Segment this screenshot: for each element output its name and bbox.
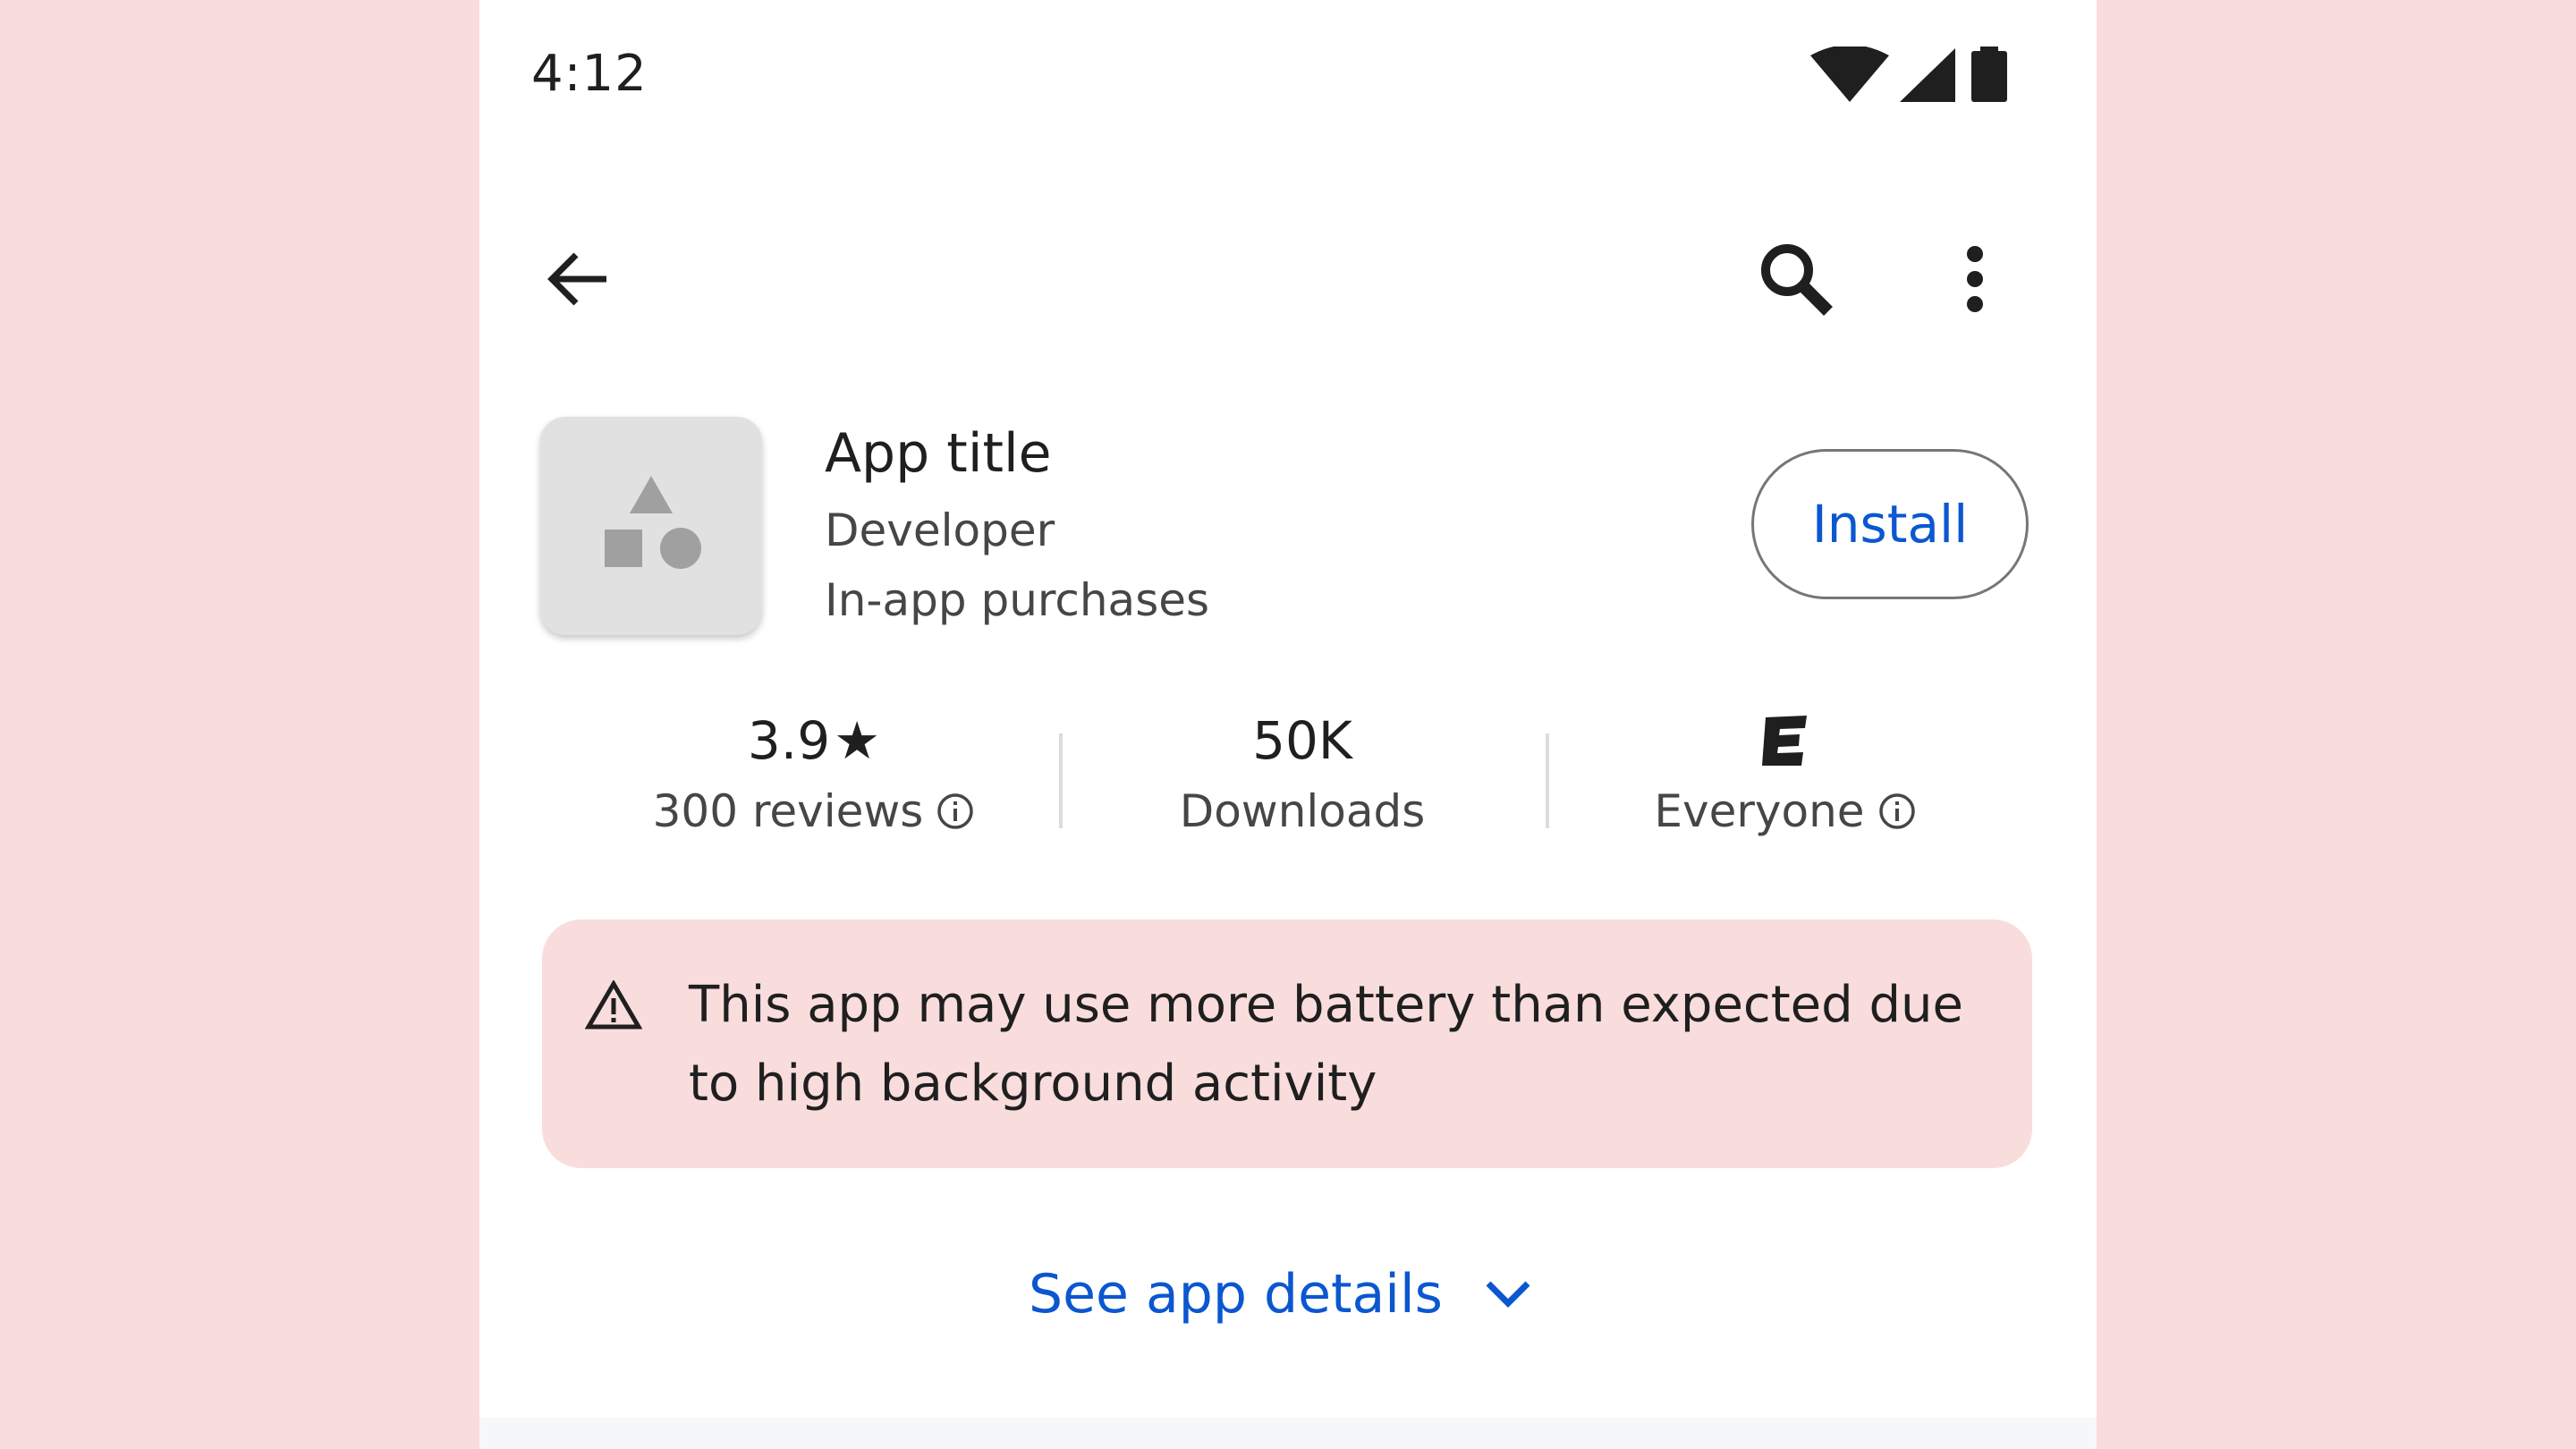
downloads-value: 50K — [1252, 710, 1352, 771]
warning-icon — [585, 980, 642, 1030]
star-icon: ★ — [834, 710, 881, 771]
rating-stat[interactable]: 3.9 ★ 300 reviews — [608, 707, 1020, 837]
search-button[interactable] — [1750, 233, 1843, 326]
esrb-everyone-icon — [1762, 716, 1807, 766]
rating-value: 3.9 — [747, 710, 831, 771]
in-app-purchases-label: In-app purchases — [825, 574, 1210, 626]
warning-text: This app may use more battery than expec… — [689, 976, 1963, 1113]
downloads-label: Downloads — [1179, 785, 1426, 837]
battery-warning-banner: This app may use more battery than expec… — [542, 919, 2032, 1168]
downloads-stat: 50K Downloads — [1097, 707, 1508, 837]
back-button[interactable] — [531, 233, 624, 326]
stat-divider — [1059, 733, 1063, 828]
chevron-down-icon — [1486, 1281, 1530, 1308]
wifi-icon — [1810, 47, 1889, 102]
more-vert-icon — [1967, 246, 1983, 312]
battery-icon — [1971, 47, 2007, 102]
content-rating-stat[interactable]: E Everyone — [1580, 707, 1991, 837]
info-icon[interactable] — [1877, 792, 1917, 831]
stat-divider — [1546, 733, 1549, 828]
info-icon[interactable] — [936, 792, 975, 831]
see-app-details-label: See app details — [1029, 1263, 1443, 1326]
reviews-count: 300 reviews — [652, 785, 924, 837]
app-title: App title — [825, 422, 1052, 485]
bottom-content-edge — [479, 1418, 2097, 1449]
see-app-details-link[interactable]: See app details — [1029, 1254, 1532, 1335]
content-rating-label: Everyone — [1654, 785, 1865, 837]
more-options-button[interactable] — [1939, 233, 2011, 326]
shapes-placeholder-icon — [605, 476, 701, 569]
app-icon — [540, 417, 762, 635]
phone-screen: 4:12 App title Developer In-app purchase… — [479, 0, 2097, 1449]
install-button[interactable]: Install — [1751, 449, 2029, 599]
status-time: 4:12 — [531, 45, 648, 103]
cell-signal-icon — [1900, 48, 1955, 102]
search-icon — [1761, 244, 1833, 316]
developer-link[interactable]: Developer — [825, 504, 1055, 556]
arrow-back-icon — [547, 252, 606, 306]
